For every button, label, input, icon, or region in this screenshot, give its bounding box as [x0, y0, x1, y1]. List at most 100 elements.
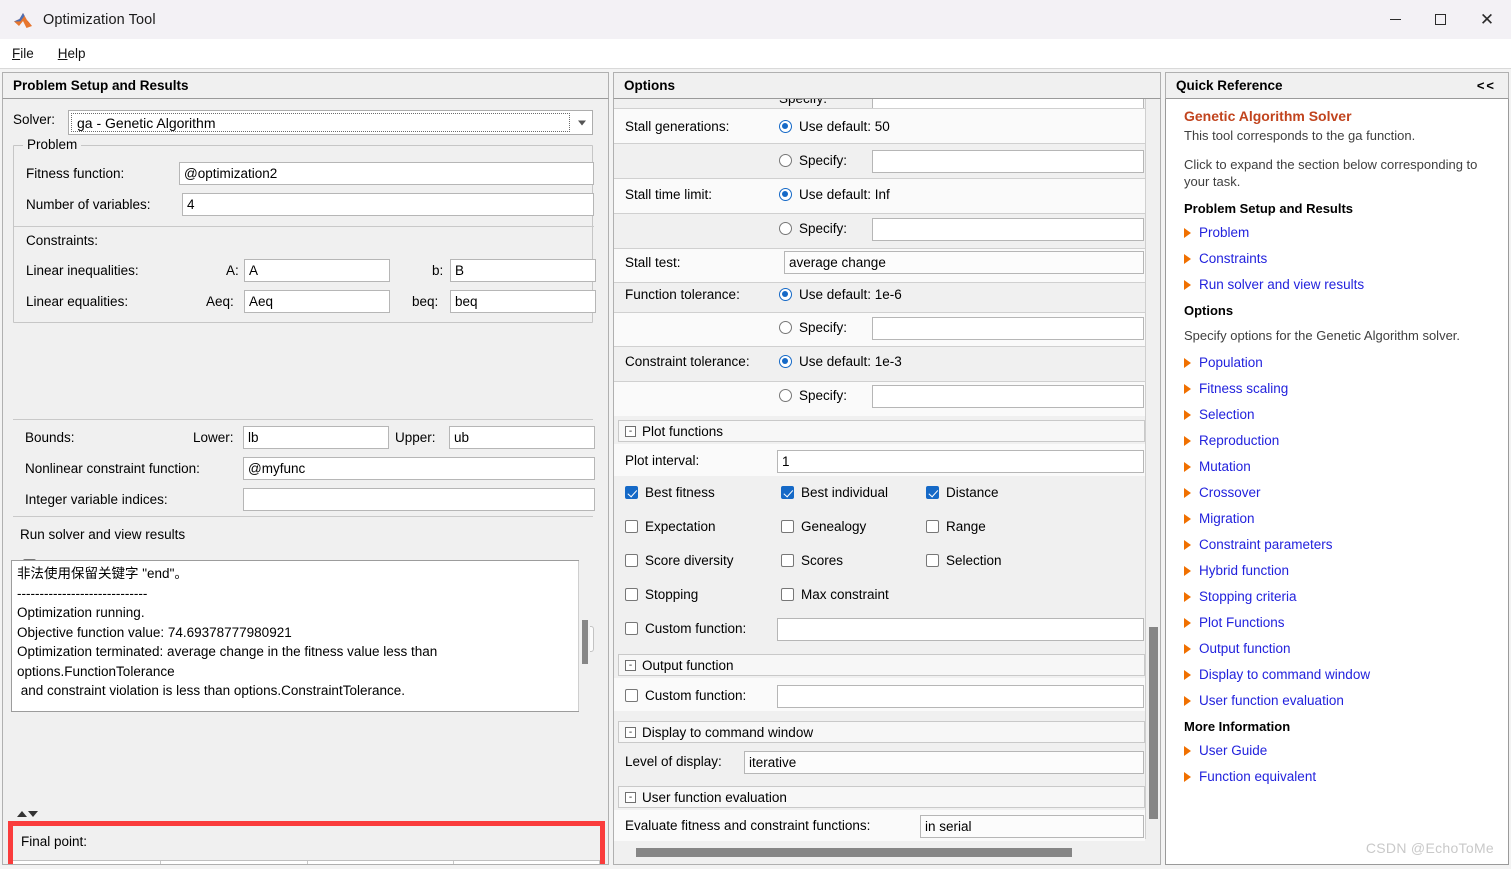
chevron-down-icon[interactable]	[28, 811, 38, 817]
function-tolerance-default-radio-row[interactable]: Use default: 1e-6	[779, 287, 902, 302]
constraint-tolerance-default-radio[interactable]	[779, 355, 792, 368]
results-scrollbar[interactable]	[578, 561, 590, 711]
final-point-col-2[interactable]: 2	[161, 861, 308, 864]
quick-reference-link-crossover[interactable]: Crossover	[1184, 485, 1494, 500]
output-custom-function-row[interactable]: Custom function:	[625, 688, 746, 703]
menu-help[interactable]: Help	[46, 43, 98, 64]
plot-cb-scores[interactable]	[781, 554, 794, 567]
plot-functions-section-header[interactable]: - Plot functions	[618, 420, 1145, 442]
options-horizontal-scrollbar[interactable]	[614, 841, 1160, 863]
plot-custom-function-row[interactable]: Custom function:	[625, 621, 746, 636]
plot-custom-function-checkbox[interactable]	[625, 622, 638, 635]
quick-reference-link-problem[interactable]: Problem	[1184, 225, 1494, 240]
results-text-area[interactable]: 非法使用保留关键字 "end"。 -----------------------…	[11, 560, 579, 712]
plot-cb-score-diversity-row[interactable]: Score diversity	[625, 553, 734, 568]
plot-cb-genealogy[interactable]	[781, 520, 794, 533]
evaluate-functions-dropdown[interactable]: in serial	[920, 815, 1144, 838]
plot-cb-max-constraint[interactable]	[781, 588, 794, 601]
options-horizontal-scrollbar-thumb[interactable]	[636, 848, 1072, 857]
quick-reference-link-plot-functions[interactable]: Plot Functions	[1184, 615, 1494, 630]
fitness-function-input[interactable]: @optimization2	[179, 162, 594, 185]
final-point-col-1[interactable]: 1	[13, 861, 161, 864]
final-point-col-4[interactable]: 4	[454, 861, 600, 864]
close-button[interactable]: ✕	[1463, 0, 1511, 39]
quick-reference-link-reproduction[interactable]: Reproduction	[1184, 433, 1494, 448]
plot-cb-max-constraint-row[interactable]: Max constraint	[781, 587, 889, 602]
quick-reference-link-display-command-window[interactable]: Display to command window	[1184, 667, 1494, 682]
maximize-button[interactable]	[1418, 0, 1463, 39]
quick-reference-link-fitness-scaling[interactable]: Fitness scaling	[1184, 381, 1494, 396]
chevron-up-icon[interactable]	[17, 811, 27, 817]
plot-cb-best-fitness[interactable]	[625, 486, 638, 499]
quick-reference-link-run-solver[interactable]: Run solver and view results	[1184, 277, 1494, 292]
level-of-display-dropdown[interactable]: iterative	[744, 751, 1144, 774]
stall-generations-specify-radio[interactable]	[779, 154, 792, 167]
stall-time-limit-default-radio[interactable]	[779, 188, 792, 201]
quick-reference-link-constraints[interactable]: Constraints	[1184, 251, 1494, 266]
plot-cb-expectation[interactable]	[625, 520, 638, 533]
number-of-variables-input[interactable]: 4	[182, 193, 594, 216]
function-tolerance-default-radio[interactable]	[779, 288, 792, 301]
plot-cb-scores-row[interactable]: Scores	[781, 553, 843, 568]
plot-cb-selection[interactable]	[926, 554, 939, 567]
output-custom-function-input[interactable]	[777, 685, 1144, 708]
constraint-tolerance-specify-radio[interactable]	[779, 389, 792, 402]
plot-cb-expectation-row[interactable]: Expectation	[625, 519, 716, 534]
quick-reference-link-output-function[interactable]: Output function	[1184, 641, 1494, 656]
plot-custom-function-input[interactable]	[777, 618, 1144, 641]
stall-generations-specify-radio-row[interactable]: Specify:	[779, 153, 847, 168]
nonlinear-constraint-input[interactable]: @myfunc	[243, 457, 595, 480]
user-function-evaluation-section-header[interactable]: - User function evaluation	[618, 786, 1145, 808]
stall-test-dropdown[interactable]: average change	[784, 251, 1144, 274]
plot-cb-best-fitness-row[interactable]: Best fitness	[625, 485, 715, 500]
plot-cb-range-row[interactable]: Range	[926, 519, 986, 534]
results-scrollbar-thumb[interactable]	[582, 620, 588, 664]
plot-cb-stopping-row[interactable]: Stopping	[625, 587, 698, 602]
quick-reference-link-hybrid-function[interactable]: Hybrid function	[1184, 563, 1494, 578]
solver-dropdown[interactable]: ga - Genetic Algorithm	[68, 110, 593, 135]
output-custom-function-checkbox[interactable]	[625, 689, 638, 702]
collapse-icon[interactable]: -	[625, 726, 636, 738]
constraint-tolerance-default-radio-row[interactable]: Use default: 1e-3	[779, 354, 902, 369]
collapse-icon[interactable]: -	[625, 791, 636, 803]
panel-splitter[interactable]	[17, 811, 38, 817]
stall-generations-default-radio-row[interactable]: Use default: 50	[779, 119, 890, 134]
menu-file[interactable]: File	[0, 43, 46, 64]
plot-cb-range[interactable]	[926, 520, 939, 533]
plot-cb-selection-row[interactable]: Selection	[926, 553, 1002, 568]
function-tolerance-specify-radio-row[interactable]: Specify:	[779, 320, 847, 335]
display-command-window-section-header[interactable]: - Display to command window	[618, 721, 1145, 743]
stall-time-limit-specify-radio[interactable]	[779, 222, 792, 235]
lower-bound-input[interactable]: lb	[243, 426, 389, 449]
plot-cb-stopping[interactable]	[625, 588, 638, 601]
quick-reference-link-population[interactable]: Population	[1184, 355, 1494, 370]
output-function-section-header[interactable]: - Output function	[618, 654, 1145, 676]
constraint-tolerance-specify-input[interactable]	[872, 385, 1144, 408]
stall-time-limit-specify-input[interactable]	[872, 218, 1144, 241]
plot-interval-input[interactable]: 1	[777, 450, 1144, 473]
stall-generations-specify-input[interactable]	[872, 150, 1144, 173]
plot-cb-distance-row[interactable]: Distance	[926, 485, 999, 500]
plot-cb-score-diversity[interactable]	[625, 554, 638, 567]
quick-reference-link-selection[interactable]: Selection	[1184, 407, 1494, 422]
quick-reference-link-user-guide[interactable]: User Guide	[1184, 743, 1494, 758]
quick-reference-link-stopping-criteria[interactable]: Stopping criteria	[1184, 589, 1494, 604]
quick-reference-link-migration[interactable]: Migration	[1184, 511, 1494, 526]
Aeq-input[interactable]: Aeq	[244, 290, 390, 313]
beq-input[interactable]: beq	[450, 290, 596, 313]
upper-bound-input[interactable]: ub	[449, 426, 595, 449]
integer-variable-input[interactable]	[243, 488, 595, 511]
function-tolerance-specify-radio[interactable]	[779, 321, 792, 334]
plot-cb-genealogy-row[interactable]: Genealogy	[781, 519, 866, 534]
stall-generations-default-radio[interactable]	[779, 120, 792, 133]
function-tolerance-specify-input[interactable]	[872, 317, 1144, 340]
quick-reference-link-function-equivalent[interactable]: Function equivalent	[1184, 769, 1494, 784]
plot-cb-distance[interactable]	[926, 486, 939, 499]
stall-time-limit-default-radio-row[interactable]: Use default: Inf	[779, 187, 890, 202]
plot-cb-best-individual-row[interactable]: Best individual	[781, 485, 888, 500]
constraint-tolerance-specify-radio-row[interactable]: Specify:	[779, 388, 847, 403]
options-vertical-scrollbar-thumb[interactable]	[1149, 627, 1158, 819]
A-input[interactable]: A	[244, 259, 390, 282]
plot-cb-best-individual[interactable]	[781, 486, 794, 499]
quick-reference-collapse-button[interactable]: <<	[1477, 78, 1496, 93]
